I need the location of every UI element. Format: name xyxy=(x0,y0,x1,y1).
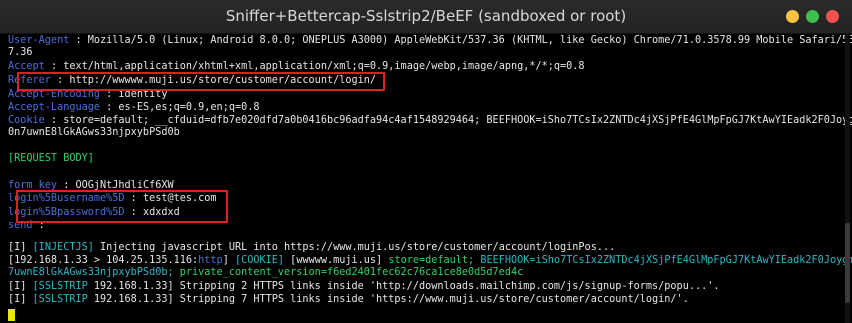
scrollbar-thumb[interactable] xyxy=(845,223,850,303)
minimize-button[interactable] xyxy=(786,10,799,23)
log-tag: [SSLSTRIP xyxy=(32,294,88,305)
header-key: Accept-Language xyxy=(8,102,101,113)
header-value: Mozilla/5.0 (Linux; Android 8.0.0; ONEPL… xyxy=(87,35,852,46)
header-sep: : xyxy=(44,61,64,72)
credentials-highlight-box xyxy=(16,190,228,223)
log-tag: [SSLSTRIP xyxy=(32,281,88,292)
window-title: Sniffer+Bettercap-Sslstrip2/BeEF (sandbo… xyxy=(225,7,627,25)
terminal-cursor xyxy=(8,309,15,321)
log-tag: [COOKIE] xyxy=(234,255,285,266)
header-user-agent: User-Agent : Mozilla/5.0 (Linux; Android… xyxy=(8,35,852,47)
log-beefhook: BEEFHOOK=iSho7TCsIx2ZNTDc4jXSjPfE4GlMpFp… xyxy=(480,255,852,266)
log-part: ] xyxy=(222,255,235,266)
header-key: Cookie xyxy=(8,115,45,126)
header-value: text/html,application/xhtml+xml,applicat… xyxy=(63,61,585,72)
log-text: 192.168.1.33] Stripping 7 HTTPS links in… xyxy=(87,294,689,305)
header-cookie: Cookie : store=default; __cfduid=dfb7e02… xyxy=(8,115,852,127)
maximize-button[interactable] xyxy=(806,10,819,23)
log-sslstrip-1: [I] [SSLSTRIP 192.168.1.33] Stripping 2 … xyxy=(8,281,720,293)
log-host: [wwwww.muji.us] xyxy=(284,255,389,266)
log-store: store=default; xyxy=(388,255,481,266)
log-text: Injecting javascript URL into https://ww… xyxy=(93,242,616,253)
header-key: Accept xyxy=(8,61,45,72)
log-tag: [INJECTJS] xyxy=(32,242,94,253)
log-cookie-wrap: 7uwnE8lGkAGws33njpxybPSd0b; private_cont… xyxy=(8,267,523,279)
request-body-label: [REQUEST BODY] xyxy=(8,153,94,164)
header-value: store=default; __cfduid=dfb7e020dfd7a0b0… xyxy=(63,115,852,126)
header-key: User-Agent xyxy=(8,35,70,46)
log-proto: http xyxy=(198,255,223,266)
log-cookie: [192.168.1.33 > 104.25.135.116:http] [CO… xyxy=(8,255,852,267)
header-user-agent-wrap: 7.36 xyxy=(8,47,33,58)
log-prefix: [I] xyxy=(8,294,33,305)
log-sslstrip-2: [I] [SSLSTRIP 192.168.1.33] Stripping 7 … xyxy=(8,294,689,306)
close-button[interactable] xyxy=(826,10,839,23)
header-sep: : xyxy=(100,102,119,113)
window-titlebar: Sniffer+Bettercap-Sslstrip2/BeEF (sandbo… xyxy=(0,0,852,34)
header-sep: : xyxy=(44,115,64,126)
log-prefix: [I] xyxy=(8,281,33,292)
referer-highlight-box xyxy=(17,72,385,91)
log-prefix: [I] xyxy=(8,242,33,253)
log-part: [192.168.1.33 > 104.25.135.116: xyxy=(8,255,199,266)
header-accept-language: Accept-Language : es-ES,es;q=0.9,en;q=0.… xyxy=(8,102,260,114)
terminal-output[interactable]: User-Agent : Mozilla/5.0 (Linux; Android… xyxy=(0,33,852,323)
header-cookie-wrap: 0n7uwnE8lGkAGws33njpxybPSd0b xyxy=(8,127,180,138)
log-text: 192.168.1.33] Stripping 2 HTTPS links in… xyxy=(87,281,720,292)
log-private-content: private_content_version=f6ed2401fec62c76… xyxy=(179,267,524,278)
header-sep: : xyxy=(69,35,88,46)
log-part: 7uwnE8lGkAGws33njpxybPSd0b; xyxy=(8,267,180,278)
log-injectjs: [I] [INJECTJS] Injecting javascript URL … xyxy=(8,242,615,254)
header-value: es-ES,es;q=0.9,en;q=0.8 xyxy=(118,102,260,113)
